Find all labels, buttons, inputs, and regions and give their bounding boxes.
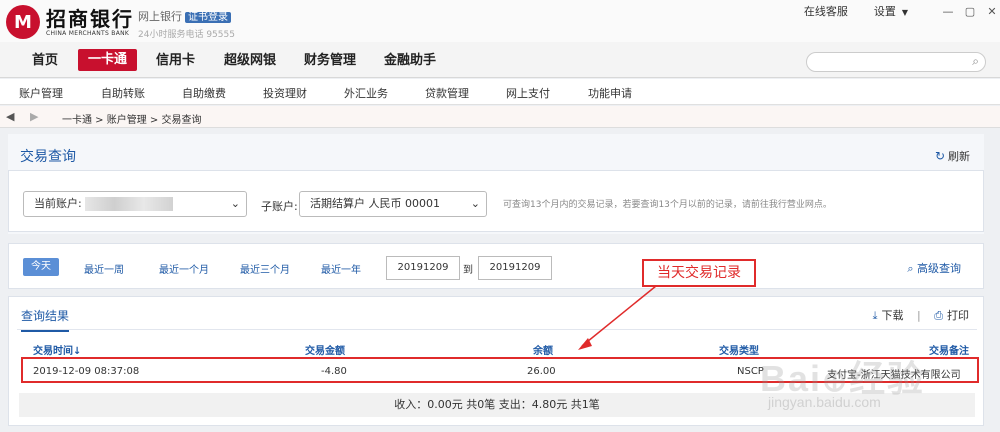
account-number-masked [85,197,174,211]
tab-card[interactable]: 一卡通 [78,49,138,71]
today-button[interactable]: 今天 [23,258,59,276]
range-week-link[interactable]: 最近一周 [84,261,124,276]
search-icon[interactable]: ⌕ [972,54,979,69]
tab-super-ebank[interactable]: 超级网银 [224,50,276,72]
sub-account-select[interactable]: 活期结算户 人民币 00001 ⌄ [299,191,487,217]
start-date-input[interactable]: 20191209 [386,256,460,280]
subnav-item-forex[interactable]: 外汇业务 [344,85,388,101]
row-balance: 26.00 [527,366,556,377]
tab-assistant[interactable]: 金融助手 [384,50,436,72]
cert-login-badge: 证书登录 [185,12,231,23]
main-nav: 首页 一卡通 信用卡 超级网银 财务管理 金融助手 ⌕ [0,42,1000,78]
col-header-balance: 余额 [533,346,553,357]
site-label: 网上银行 [138,10,182,23]
subnav-item-transfer[interactable]: 自助转账 [101,85,145,101]
download-button[interactable]: ⤓ 下载 [873,309,904,322]
top-right-links: 在线客服 设置 ▼ — ▢ ✕ [804,3,1000,19]
advanced-search-label: 高级查询 [917,262,961,275]
settings-menu[interactable]: 设置 ▼ [874,3,908,19]
maximize-icon[interactable]: ▢ [962,4,978,18]
watermark-url: jingyan.baidu.com [768,394,881,410]
action-divider: | [916,309,921,322]
advanced-search-button[interactable]: ⌕ 高级查询 [907,260,961,276]
subnav-item-loan[interactable]: 贷款管理 [425,85,469,101]
tab-finance[interactable]: 财务管理 [304,50,356,72]
settings-label: 设置 [873,5,896,18]
col-header-time[interactable]: 交易时间↓ [33,342,81,357]
brand-subtitle: 网上银行 证书登录 24小时服务电话 95555 [138,8,235,40]
col-header-type: 交易类型 [719,346,759,357]
bank-logo[interactable]: M 招商银行 CHINA MERCHANTS BANK [6,5,134,39]
end-date-input[interactable]: 20191209 [478,256,552,280]
account-panel: 当前账户: ⌄ 子账户: 活期结算户 人民币 00001 ⌄ 可查询13个月内的… [8,170,984,232]
row-time: 2019-12-09 08:37:08 [33,366,140,377]
caret-down-icon: ▼ [901,8,908,17]
sub-nav: 账户管理 自助转账 自助缴费 投资理财 外汇业务 贷款管理 网上支付 功能申请 [0,79,1000,105]
download-label: 下载 [881,309,904,322]
tab-home[interactable]: 首页 [32,50,58,72]
search-icon: ⌕ [907,262,914,275]
subnav-item-account[interactable]: 账户管理 [19,85,63,101]
annotation-label: 当天交易记录 [642,259,756,287]
forward-arrow-icon[interactable]: ▶ [30,110,38,123]
sub-account-label: 子账户: [261,200,298,213]
sub-account-value: 活期结算户 人民币 00001 [310,197,440,210]
range-month-link[interactable]: 最近一个月 [159,261,209,276]
current-account-select[interactable]: 当前账户: ⌄ [23,191,247,217]
printer-icon: ⎙ [934,309,943,322]
download-icon: ⤓ [872,309,878,322]
refresh-label: 刷新 [948,150,970,163]
col-header-remark: 交易备注 [929,346,969,357]
back-arrow-icon[interactable]: ◀ [6,110,14,123]
refresh-button[interactable]: ↻ 刷新 [935,148,970,164]
print-button[interactable]: ⎙ 打印 [934,309,969,322]
subnav-item-apply[interactable]: 功能申请 [588,85,632,101]
query-range-note: 可查询13个月内的交易记录，若要查询13个月以前的记录，请前往我行营业网点。 [503,200,832,210]
subnav-item-payment[interactable]: 自助缴费 [182,85,226,101]
minimize-icon[interactable]: — [940,4,956,18]
logo-cn-text: 招商银行 [46,6,134,31]
cmb-logo-icon: M [6,5,40,39]
breadcrumb-bar: ◀ ▶ 一卡通 > 账户管理 > 交易查询 [0,106,1000,128]
result-actions: ⤓ 下载 | ⎙ 打印 [873,307,969,323]
print-label: 打印 [947,309,969,322]
date-filter-panel: 今天 最近一周 最近一个月 最近三个月 最近一年 20191209 到 2019… [8,243,984,289]
logo-en-text: CHINA MERCHANTS BANK [46,29,130,37]
close-icon[interactable]: ✕ [984,4,1000,18]
range-3month-link[interactable]: 最近三个月 [240,261,290,276]
breadcrumb: 一卡通 > 账户管理 > 交易查询 [62,115,202,126]
chevron-down-icon: ⌄ [230,197,240,210]
col-header-amount: 交易金额 [305,346,345,357]
online-service-link[interactable]: 在线客服 [804,3,848,19]
chevron-down-icon: ⌄ [470,197,480,210]
top-header: M 招商银行 CHINA MERCHANTS BANK 网上银行 证书登录 24小… [0,0,1000,42]
tab-divider [17,329,977,330]
subnav-item-invest[interactable]: 投资理财 [263,85,307,101]
range-year-link[interactable]: 最近一年 [321,261,361,276]
tab-credit-card[interactable]: 信用卡 [156,50,195,72]
subnav-item-online-pay[interactable]: 网上支付 [506,85,550,101]
refresh-icon: ↻ [934,149,945,163]
date-to-label: 到 [463,265,473,276]
hotline-text: 24小时服务电话 95555 [138,30,235,40]
page-title: 交易查询 [20,149,76,165]
search-input[interactable]: ⌕ [806,52,986,72]
row-amount: -4.80 [321,366,347,377]
current-account-label: 当前账户: [34,197,82,210]
